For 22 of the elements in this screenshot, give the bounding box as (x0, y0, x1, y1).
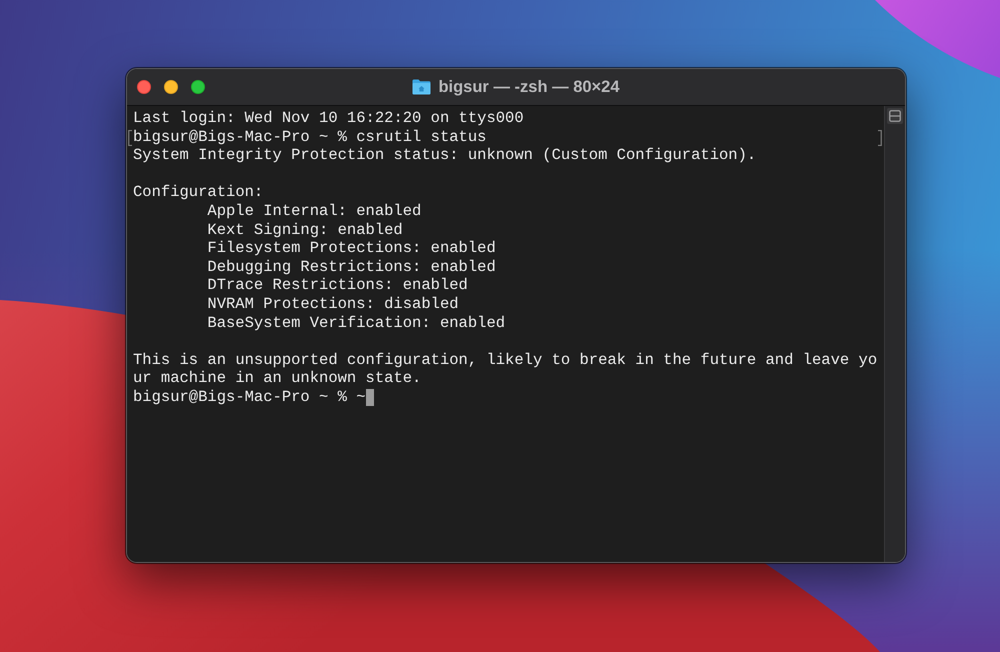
terminal-line: Debugging Restrictions: enabled (207, 258, 496, 276)
minimize-button[interactable] (164, 80, 178, 94)
terminal-line: DTrace Restrictions: enabled (207, 276, 468, 295)
terminal-line: ur machine in an unknown state. (133, 369, 422, 388)
close-button[interactable] (137, 80, 151, 94)
terminal-line: Filesystem Protections: enabled (207, 239, 496, 258)
terminal-line: NVRAM Protections: disabled (207, 294, 459, 314)
terminal-line: Apple Internal: enabled (207, 202, 422, 221)
terminal-line: bigsur@Bigs-Mac-Pro ~ % csrutil status (133, 128, 486, 146)
window-title: bigsur — -zsh — 80×24 (438, 78, 620, 96)
terminal-line: System Integrity Protection status: unknown (Custom Configuration). (133, 146, 756, 165)
terminal-line: BaseSystem Verification: enabled (207, 314, 506, 332)
terminal-line: This is an unsupported configuration, likely to break in the future and leave yo (133, 350, 878, 370)
split-pane-button[interactable] (887, 108, 903, 124)
terminal-line: Configuration: (133, 183, 264, 202)
scroll-bar[interactable] (884, 106, 905, 562)
terminal-line: Last login: Wed Nov 10 16:22:20 on ttys000 (133, 109, 524, 128)
terminal-line: bigsur@Bigs-Mac-Pro ~ % ~ (133, 388, 366, 406)
zoom-button[interactable] (191, 80, 205, 94)
terminal-line: Kext Signing: enabled (207, 220, 403, 240)
folder-icon (412, 79, 432, 95)
split-pane-icon (889, 110, 901, 122)
